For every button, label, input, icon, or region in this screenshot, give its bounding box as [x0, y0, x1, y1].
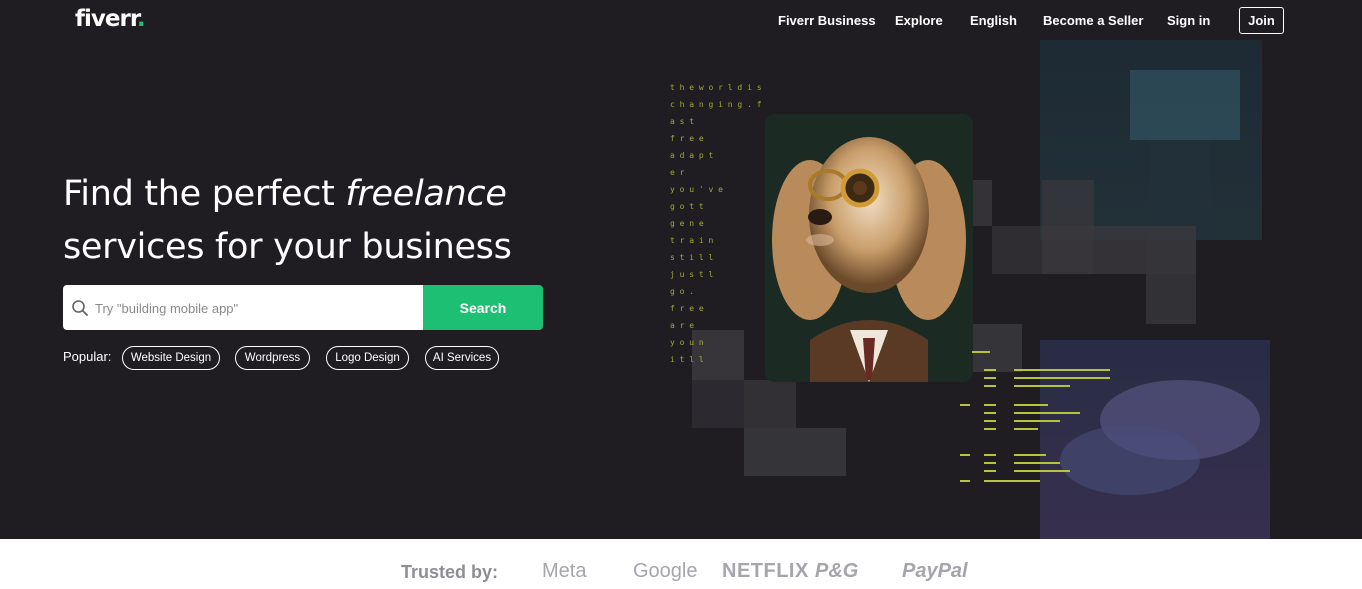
hero-headline: Find the perfect freelance services for …: [63, 168, 512, 274]
matrix-line: a r e: [670, 321, 694, 330]
fiverr-logo[interactable]: fiverr.: [75, 6, 146, 32]
headline-emphasis: freelance: [345, 174, 507, 214]
brand-logo-pg: P&G: [815, 560, 859, 582]
join-button[interactable]: Join: [1239, 7, 1284, 34]
search-input-wrapper: [63, 285, 423, 332]
hero-section: fiverr. Fiverr Business Explore English …: [0, 0, 1362, 539]
matrix-line: t h e w o r l d i s: [670, 83, 762, 92]
matrix-line: y o u n: [670, 338, 704, 347]
popular-chip-logo-design[interactable]: Logo Design: [326, 346, 409, 370]
matrix-line: g o t t: [670, 202, 704, 211]
logo-text: fiverr: [75, 6, 138, 32]
matrix-line: s t i l l: [670, 253, 714, 262]
nav-explore[interactable]: Explore: [895, 13, 943, 28]
nav-sign-in[interactable]: Sign in: [1167, 13, 1210, 28]
matrix-line: j u s t l: [670, 270, 714, 279]
popular-chip-wordpress[interactable]: Wordpress: [235, 346, 310, 370]
search-icon: [72, 300, 88, 316]
brand-logo-paypal: PayPal: [902, 560, 968, 582]
matrix-line: f r e e: [670, 304, 704, 313]
matrix-text: t h e w o r l d i s c h a n g i n g . f …: [670, 83, 762, 364]
headline-part1: Find the perfect: [63, 174, 346, 214]
headline-part2: services for your business: [63, 227, 512, 267]
trusted-label: Trusted by:: [401, 562, 499, 582]
matrix-line: g e n e: [670, 219, 704, 228]
popular-chip-ai-services[interactable]: AI Services: [425, 346, 499, 370]
nav-become-seller[interactable]: Become a Seller: [1043, 13, 1143, 28]
matrix-line: f r e e: [670, 134, 704, 143]
nav-language[interactable]: English: [970, 13, 1017, 28]
nav-fiverr-business[interactable]: Fiverr Business: [778, 13, 876, 28]
dog-portrait: [765, 114, 973, 382]
popular-label: Popular:: [63, 349, 112, 364]
matrix-line: y o u ' v e: [670, 185, 723, 194]
join-label: Join: [1248, 13, 1275, 28]
brand-logo-google: Google: [633, 560, 698, 582]
logo-dot: .: [136, 6, 146, 32]
search-bar: Search: [63, 285, 543, 332]
search-input[interactable]: [93, 285, 423, 332]
search-button[interactable]: Search: [423, 285, 543, 330]
matrix-line: g o .: [670, 287, 694, 296]
hero-artwork: t h e w o r l d i s c h a n g i n g . f …: [670, 40, 1270, 539]
matrix-line: t r a i n: [670, 236, 714, 245]
brand-logo-meta: Meta: [542, 560, 587, 582]
popular-chip-website-design[interactable]: Website Design: [122, 346, 220, 370]
brand-logo-netflix: NETFLIX: [722, 560, 809, 582]
matrix-line: a s t: [670, 117, 694, 126]
matrix-line: i t l l: [670, 355, 704, 364]
matrix-line: a d a p t: [670, 151, 714, 160]
matrix-line: e r: [670, 168, 685, 177]
matrix-line: c h a n g i n g . f: [670, 100, 762, 109]
